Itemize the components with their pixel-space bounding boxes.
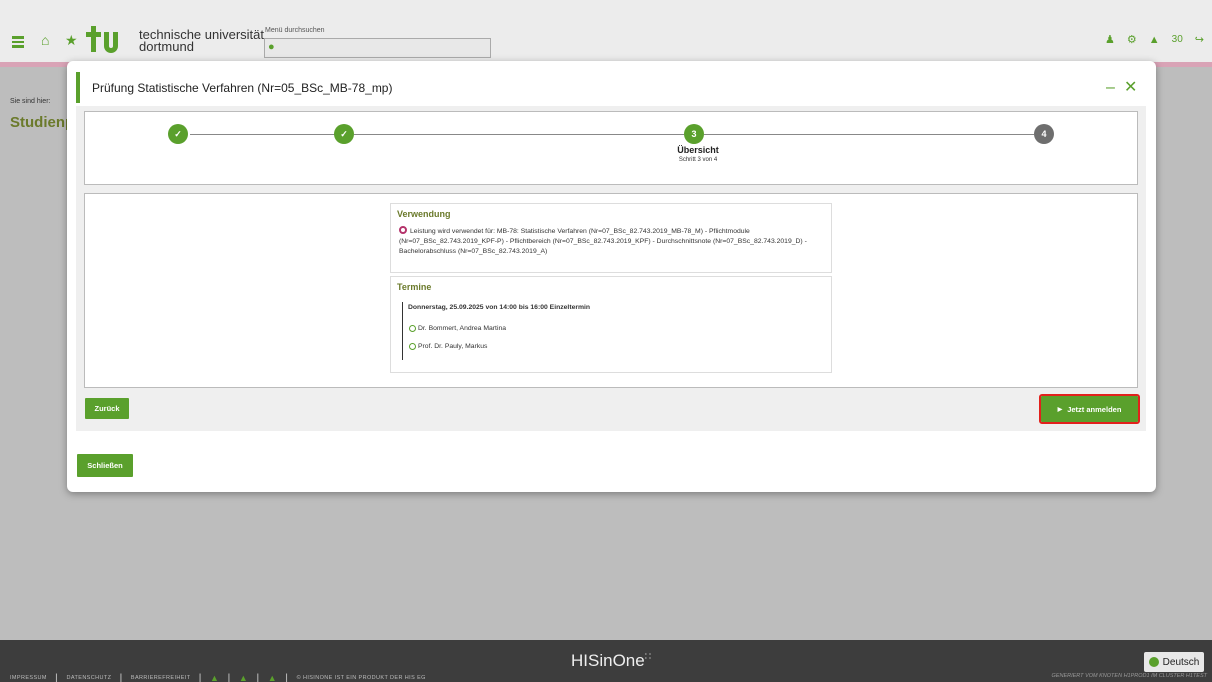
termine-heading: Termine xyxy=(397,282,432,292)
footer-product[interactable]: © HISINONE IST EIN PRODUKT DER HIS EG xyxy=(297,675,426,681)
footer-link-impressum[interactable]: IMPRESSUM xyxy=(10,675,47,681)
footer-accessibility-icon[interactable]: ▲ xyxy=(210,673,219,682)
verwendung-box: Verwendung Leistung wird verwendet für: … xyxy=(390,203,832,273)
tu-logo-icon xyxy=(86,26,118,53)
verwendung-text: Leistung wird verwendet für: MB-78: Stat… xyxy=(399,226,829,256)
footer-link-barrierefreiheit[interactable]: BARRIEREFREIHEIT xyxy=(131,675,191,681)
close-button-label: Schließen xyxy=(87,461,123,470)
search-input[interactable]: ● xyxy=(264,38,491,58)
termin-divider xyxy=(402,302,403,360)
university-logo[interactable]: technische universität dortmund xyxy=(86,25,264,57)
minimize-icon[interactable]: – xyxy=(1106,80,1115,96)
globe-icon xyxy=(1148,657,1159,667)
user-icon[interactable]: ♟ xyxy=(1105,33,1115,46)
dialog-accent-bar xyxy=(76,72,80,103)
top-bar: ⌂ ★ technische universität dortmund Menü… xyxy=(0,0,1212,62)
menu-icon[interactable] xyxy=(12,36,24,48)
play-icon: ▶ xyxy=(1057,406,1063,413)
step-3-subtitle: Schritt 3 von 4 xyxy=(678,157,718,163)
breadcrumb: Sie sind hier: xyxy=(10,98,51,105)
step-connector xyxy=(704,134,1034,135)
award-icon xyxy=(399,226,407,234)
verwendung-heading: Verwendung xyxy=(397,209,451,219)
register-button-label: Jetzt anmelden xyxy=(1067,404,1122,414)
step-3-title: Übersicht xyxy=(677,145,719,155)
clock-icon xyxy=(409,343,416,350)
logo-text: technische universität dortmund xyxy=(139,28,264,54)
close-button[interactable]: Schließen xyxy=(77,454,133,477)
clock-icon xyxy=(409,325,416,332)
footer-generated: GENERIERT VOM KNOTEN H1PROD1 IM CLUSTER … xyxy=(1051,673,1207,679)
step-4-pending: 4 xyxy=(1034,124,1054,144)
footer-print-icon[interactable]: ▲ xyxy=(268,673,277,682)
step-progress xyxy=(84,111,1138,185)
step-1-check-icon: ✓ xyxy=(168,124,188,144)
examiner-name: Prof. Dr. Pauly, Markus xyxy=(418,343,488,350)
step-connector xyxy=(190,134,338,135)
language-label: Deutsch xyxy=(1162,656,1200,668)
register-now-button[interactable]: ▶ Jetzt anmelden xyxy=(1039,394,1140,424)
search-icon: ● xyxy=(268,41,275,53)
page-title: Studienp xyxy=(10,114,75,131)
footer-links: IMPRESSUM | DATENSCHUTZ | BARRIEREFREIHE… xyxy=(10,671,426,682)
search-label: Menü durchsuchen xyxy=(265,27,325,34)
footer-brand: HISinOne∷ xyxy=(571,651,652,670)
language-button[interactable]: Deutsch xyxy=(1144,652,1204,672)
step-connector xyxy=(354,134,684,135)
logo-line2: dortmund xyxy=(139,39,194,54)
step-2-check-icon: ✓ xyxy=(334,124,354,144)
examiner-item: Prof. Dr. Pauly, Markus xyxy=(409,343,487,350)
back-button[interactable]: Zurück xyxy=(85,398,129,419)
dialog-title: Prüfung Statistische Verfahren (Nr=05_BS… xyxy=(92,81,393,95)
verwendung-description: Leistung wird verwendet für: MB-78: Stat… xyxy=(399,228,807,255)
logout-icon[interactable]: ↪ xyxy=(1195,33,1204,46)
step-3-current: 3 xyxy=(684,124,704,144)
termine-box: Termine Donnerstag, 25.09.2025 von 14:00… xyxy=(390,276,832,373)
footer-sitemap-icon[interactable]: ▲ xyxy=(239,673,248,682)
examiner-item: Dr. Bommert, Andrea Martina xyxy=(409,325,506,332)
topbar-actions: ♟ ⚙ ▲ 30 ↪ xyxy=(1105,33,1204,47)
notification-count[interactable]: 30 xyxy=(1172,34,1183,45)
termin-date: Donnerstag, 25.09.2025 von 14:00 bis 16:… xyxy=(408,304,591,311)
bell-icon[interactable]: ▲ xyxy=(1149,34,1160,46)
gear-icon[interactable]: ⚙ xyxy=(1127,33,1137,46)
close-icon[interactable]: ✕ xyxy=(1124,80,1137,96)
home-icon[interactable]: ⌂ xyxy=(41,33,49,47)
back-button-label: Zurück xyxy=(94,404,120,413)
star-icon[interactable]: ★ xyxy=(65,33,78,47)
footer-brand-text: HISinOne xyxy=(571,651,645,670)
footer-link-datenschutz[interactable]: DATENSCHUTZ xyxy=(66,675,111,681)
examiner-name: Dr. Bommert, Andrea Martina xyxy=(418,325,507,332)
